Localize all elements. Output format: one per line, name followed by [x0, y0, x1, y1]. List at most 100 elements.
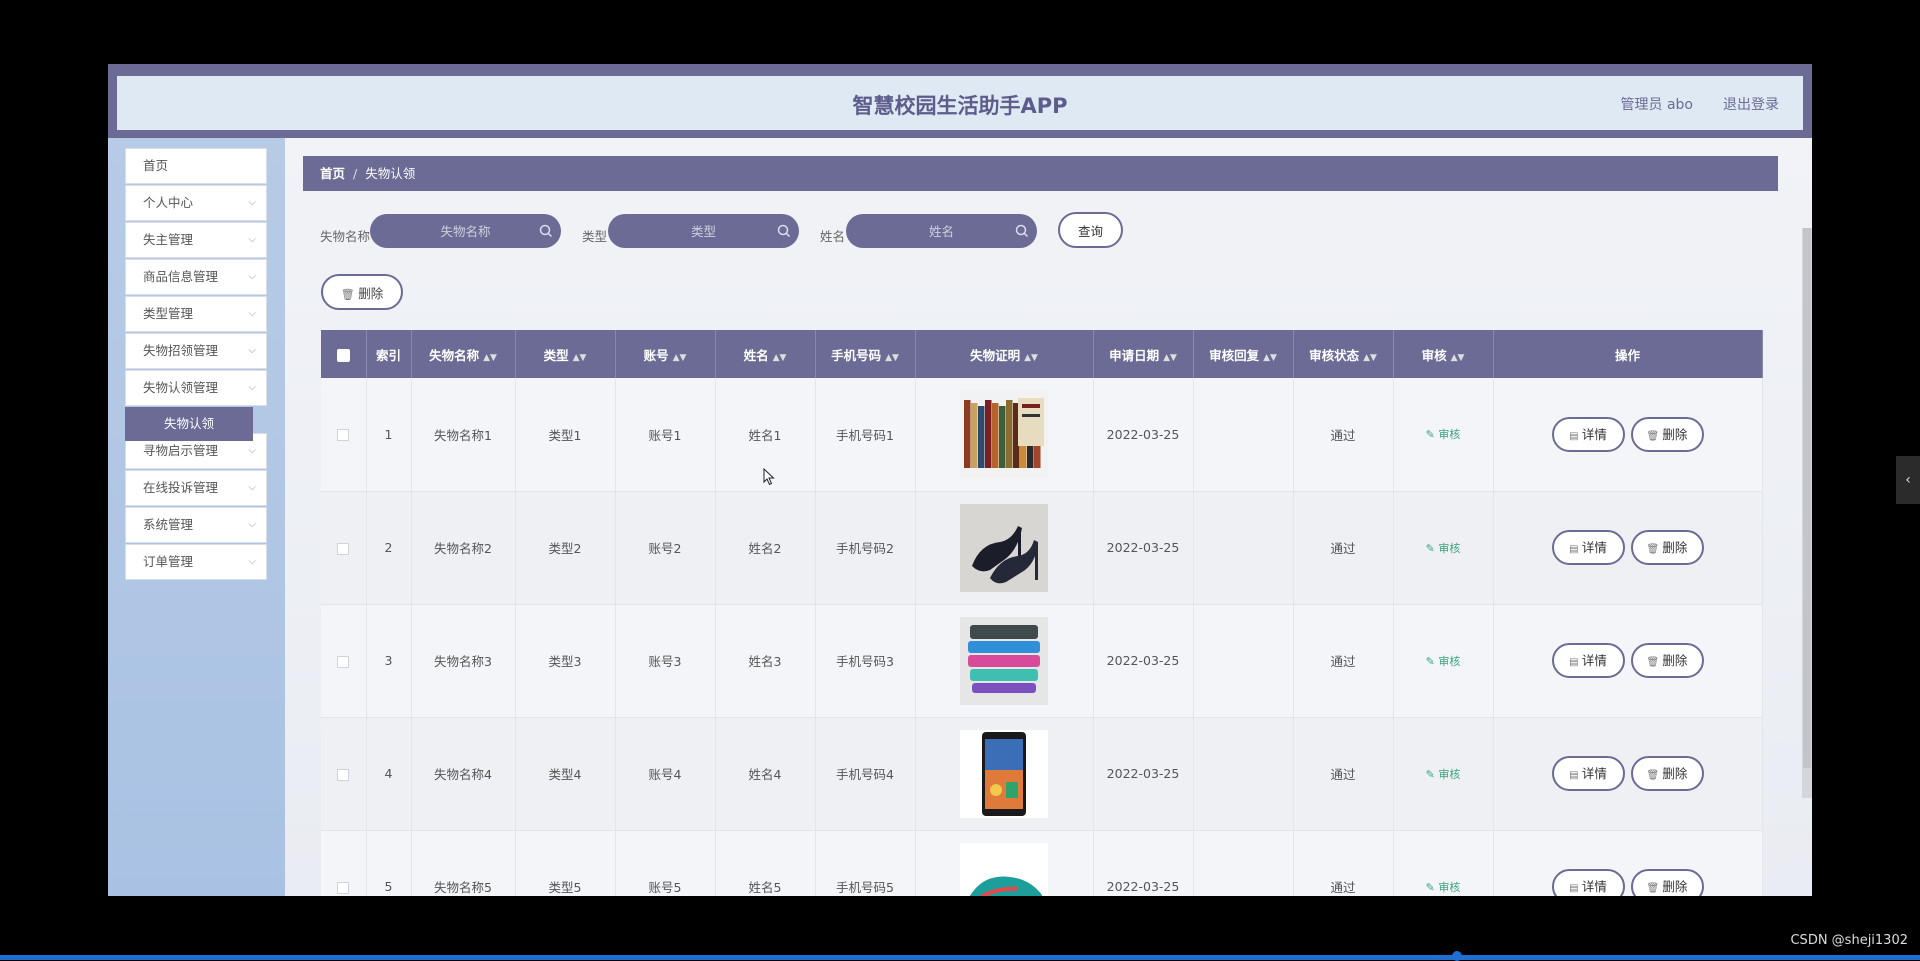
col-header-sortable[interactable]: 姓名 ▲▼: [715, 330, 816, 378]
document-icon: ▤: [1569, 770, 1582, 781]
row-checkbox[interactable]: [337, 429, 350, 442]
cell-proof-image: [915, 491, 1094, 605]
proof-thumbnail[interactable]: [960, 616, 1048, 705]
cell-date: 2022-03-25: [1093, 491, 1194, 605]
sidebar-item[interactable]: 商品信息管理 ⌵: [125, 259, 267, 295]
batch-delete-button[interactable]: 🗑 删除: [321, 274, 403, 310]
sidebar-item[interactable]: 首页: [125, 148, 267, 184]
watermark: CSDN @sheji1302: [1790, 933, 1908, 948]
col-header-sortable[interactable]: 账号 ▲▼: [615, 330, 716, 378]
query-button[interactable]: 查询: [1058, 212, 1123, 248]
audit-link[interactable]: ✎ 审核: [1426, 881, 1461, 894]
person-search-input[interactable]: [846, 214, 1037, 248]
sidebar-item[interactable]: 个人中心 ⌵: [125, 185, 267, 221]
sidebar-item[interactable]: 失主管理 ⌵: [125, 222, 267, 258]
audit-link[interactable]: ✎ 审核: [1426, 428, 1461, 441]
audit-link[interactable]: ✎ 审核: [1426, 542, 1461, 555]
row-select-cell: [321, 604, 367, 718]
sidebar-item[interactable]: 在线投诉管理 ⌵: [125, 470, 267, 506]
detail-button[interactable]: ▤ 详情: [1551, 416, 1625, 452]
cell-status: 通过: [1293, 491, 1394, 605]
name-search-input[interactable]: [370, 214, 561, 248]
col-header: 索引: [366, 330, 412, 378]
proof-thumbnail[interactable]: [960, 842, 1048, 896]
audit-link[interactable]: ✎ 审核: [1426, 655, 1461, 668]
sidebar-item-label: 系统管理: [143, 517, 194, 532]
table-row[interactable]: 5 失物名称5 类型5 账号5 姓名5 手机号码5 2022-03-25 通过 ✎ 审核 ▤ 详情…: [321, 830, 1763, 896]
delete-button[interactable]: 🗑 删除: [1630, 643, 1704, 678]
detail-button-label: 详情: [1581, 426, 1607, 442]
row-select-cell: [321, 830, 367, 896]
col-header-sortable[interactable]: 失物证明 ▲▼: [915, 330, 1094, 378]
col-header-sortable[interactable]: 审核 ▲▼: [1393, 330, 1494, 378]
select-all-cell: [321, 330, 367, 378]
trash-icon: 🗑: [1646, 544, 1663, 555]
cell-status: 通过: [1293, 378, 1394, 492]
cell-account: 账号3: [615, 604, 716, 718]
col-header-sortable[interactable]: 申请日期 ▲▼: [1093, 330, 1194, 378]
detail-button-label: 详情: [1581, 540, 1607, 555]
sidebar-item[interactable]: 订单管理 ⌵: [125, 544, 267, 580]
delete-button-label: 删除: [1662, 766, 1688, 781]
scrollbar-thumb[interactable]: [1803, 228, 1811, 768]
scrollbar[interactable]: [1802, 228, 1812, 798]
row-select-cell: [321, 491, 367, 605]
detail-button[interactable]: ▤ 详情: [1551, 869, 1625, 896]
proof-thumbnail[interactable]: [960, 390, 1048, 479]
col-header-sortable[interactable]: 手机号码 ▲▼: [815, 330, 916, 378]
table-row[interactable]: 2 失物名称2 类型2 账号2 姓名2 手机号码2 2022-03-25 通过 ✎ 审核 ▤ 详情…: [321, 491, 1763, 605]
table-row[interactable]: 3 失物名称3 类型3 账号3 姓名3 手机号码3 2022-03-25 通过 ✎ 审核 ▤ 详情…: [321, 604, 1763, 718]
audit-link-label: 审核: [1438, 880, 1461, 894]
side-panel-toggle[interactable]: ‹: [1896, 456, 1920, 504]
col-header-label: 失物证明: [970, 347, 1021, 363]
video-progress-bar[interactable]: [0, 955, 1920, 960]
chevron-down-icon: ⌵: [248, 271, 256, 282]
chevron-down-icon: ⌵: [248, 308, 256, 319]
edit-icon: ✎: [1425, 541, 1439, 555]
detail-button[interactable]: ▤ 详情: [1551, 643, 1625, 678]
logout-link[interactable]: 退出登录: [1723, 94, 1779, 114]
cell-item-name: 失物名称4: [411, 717, 516, 831]
cell-account: 账号1: [615, 378, 716, 492]
cell-actions: ▤ 详情 🗑 删除: [1493, 604, 1763, 718]
delete-button[interactable]: 🗑 删除: [1630, 416, 1704, 452]
chevron-down-icon: ⌵: [248, 382, 256, 393]
breadcrumb-home[interactable]: 首页: [320, 166, 345, 181]
row-checkbox[interactable]: [337, 768, 350, 781]
sidebar-subitem-active[interactable]: 失物认领: [125, 407, 253, 441]
chevron-down-icon: ⌵: [248, 345, 256, 356]
col-header-sortable[interactable]: 审核状态 ▲▼: [1293, 330, 1394, 378]
row-checkbox[interactable]: [337, 881, 350, 894]
table-row[interactable]: 4 失物名称4 类型4 账号4 姓名4 手机号码4 2022-03-25 通过 ✎ 审核 ▤ 详情…: [321, 717, 1763, 831]
delete-button[interactable]: 🗑 删除: [1630, 869, 1704, 896]
table-row[interactable]: 1 失物名称1 类型1 账号1 姓名1 手机号码1 2022-03-25 通过 ✎ 审核 ▤ 详情…: [321, 378, 1763, 492]
sort-icon: ▲▼: [483, 352, 497, 363]
chevron-down-icon: ⌵: [248, 482, 256, 493]
detail-button[interactable]: ▤ 详情: [1551, 530, 1625, 565]
col-header-sortable[interactable]: 审核回复 ▲▼: [1193, 330, 1294, 378]
sidebar-item[interactable]: 失物招领管理 ⌵: [125, 333, 267, 369]
audit-link[interactable]: ✎ 审核: [1426, 768, 1461, 781]
row-checkbox[interactable]: [337, 655, 350, 668]
user-info: 管理员 abo: [1620, 97, 1693, 113]
type-search-input[interactable]: [608, 214, 799, 248]
delete-button[interactable]: 🗑 删除: [1630, 756, 1704, 791]
sidebar-item[interactable]: 失物认领管理 ⌵: [125, 370, 267, 406]
detail-button[interactable]: ▤ 详情: [1551, 756, 1625, 791]
sidebar-item[interactable]: 系统管理 ⌵: [125, 507, 267, 543]
proof-thumbnail[interactable]: [960, 729, 1048, 818]
detail-button-label: 详情: [1581, 879, 1607, 894]
cell-date: 2022-03-25: [1093, 830, 1194, 896]
col-header-sortable[interactable]: 失物名称 ▲▼: [411, 330, 516, 378]
document-icon: ▤: [1569, 544, 1582, 555]
proof-thumbnail[interactable]: [960, 503, 1048, 592]
breadcrumb: 首页 / 失物认领: [303, 156, 1778, 191]
claims-table: 索引 失物名称 ▲▼ 类型 ▲▼ 账号 ▲▼ 姓名 ▲▼ 手机号码 ▲▼ 失物证明 ▲▼ 申…: [321, 330, 1763, 896]
row-checkbox[interactable]: [337, 542, 350, 555]
select-all-checkbox[interactable]: [336, 348, 350, 362]
delete-button[interactable]: 🗑 删除: [1630, 530, 1704, 565]
sidebar-item[interactable]: 类型管理 ⌵: [125, 296, 267, 332]
col-header-sortable[interactable]: 类型 ▲▼: [515, 330, 616, 378]
filter-label-type: 类型: [582, 229, 608, 244]
cell-date: 2022-03-25: [1093, 378, 1194, 492]
